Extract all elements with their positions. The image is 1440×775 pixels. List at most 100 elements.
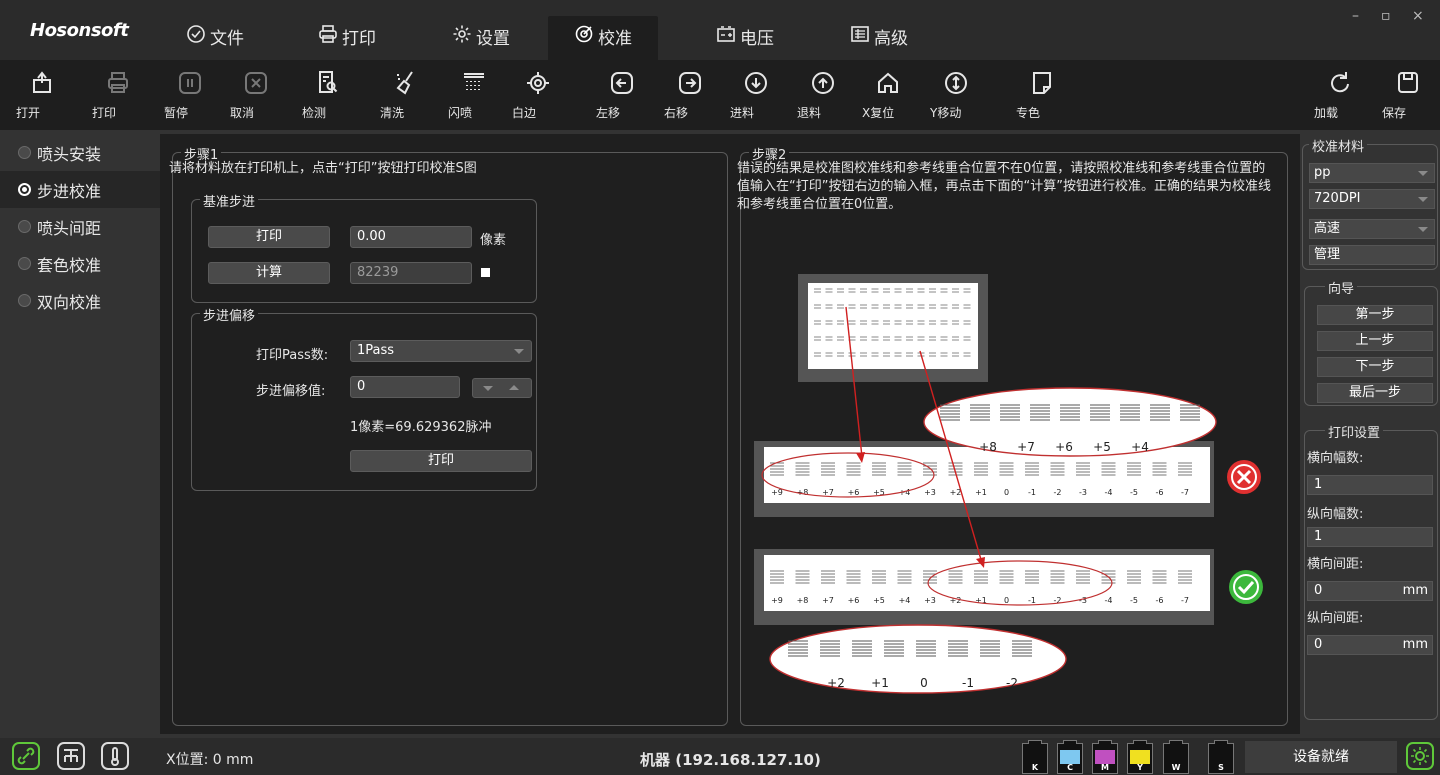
save-button[interactable]: 保存 bbox=[1382, 70, 1434, 126]
network-button[interactable] bbox=[57, 742, 85, 770]
print-label: 打印 bbox=[92, 106, 117, 120]
cancel-button[interactable]: 取消 bbox=[230, 70, 282, 126]
ink-fill bbox=[1060, 750, 1080, 764]
menu-file[interactable]: 文件 bbox=[170, 16, 260, 60]
h-count-input[interactable]: 1 bbox=[1307, 475, 1433, 495]
device-status: 设备就绪 bbox=[1245, 741, 1397, 773]
offset-spinner[interactable] bbox=[472, 378, 532, 398]
dpi-value: 720DPI bbox=[1314, 191, 1361, 206]
strip-tick-label: +6 bbox=[848, 596, 860, 605]
h-gap-input[interactable]: 0 mm bbox=[1307, 581, 1433, 601]
x-position: X位置: 0 mm bbox=[166, 752, 254, 768]
pause-button[interactable]: 暂停 bbox=[164, 70, 216, 126]
step-offset-title: 步进偏移 bbox=[200, 305, 259, 324]
prev-step-button[interactable]: 上一步 bbox=[1317, 331, 1433, 351]
arrow-left-icon bbox=[611, 72, 633, 94]
home-icon bbox=[878, 72, 898, 93]
nav-head-install[interactable]: 喷头安装 bbox=[0, 134, 160, 171]
menu-calibrate[interactable]: 校准 bbox=[548, 16, 658, 60]
manage-button[interactable]: 管理 bbox=[1309, 245, 1435, 265]
move-right-button[interactable]: 右移 bbox=[664, 70, 716, 126]
menu-bar: Hosonsoft 文件 打印 设置 校准 电压 高级 – ▫ × bbox=[0, 0, 1440, 60]
clean-button[interactable]: 清洗 bbox=[380, 70, 432, 126]
menu-advanced[interactable]: 高级 bbox=[834, 16, 924, 60]
offset-print-button[interactable]: 打印 bbox=[350, 450, 532, 472]
ink-tag: K bbox=[1031, 763, 1039, 772]
ink-tag: W bbox=[1171, 763, 1181, 772]
move-left-button[interactable]: 左移 bbox=[596, 70, 648, 126]
save-label: 保存 bbox=[1382, 106, 1407, 120]
retract-label: 退料 bbox=[797, 106, 822, 120]
nav-step-calibration[interactable]: 步进校准 bbox=[0, 171, 160, 208]
link-button[interactable] bbox=[12, 742, 40, 770]
close-button[interactable]: × bbox=[1412, 8, 1424, 24]
menu-settings[interactable]: 设置 bbox=[436, 16, 526, 60]
zoom-tick-label: -2 bbox=[1006, 676, 1018, 690]
retract-button[interactable]: 退料 bbox=[797, 70, 849, 126]
temperature-button[interactable] bbox=[101, 742, 129, 770]
detect-label: 检测 bbox=[302, 106, 327, 120]
step-offset-input[interactable]: 0 bbox=[350, 376, 460, 398]
strip-tick-label: +2 bbox=[950, 488, 962, 497]
pass-count-select[interactable]: 1Pass bbox=[350, 340, 532, 362]
feed-button[interactable]: 进料 bbox=[730, 70, 782, 126]
machine-address: 机器 (192.168.127.10) bbox=[640, 751, 821, 769]
chevron-down-icon bbox=[1418, 171, 1428, 176]
v-count-input[interactable]: 1 bbox=[1307, 527, 1433, 547]
calc-button[interactable]: 计算 bbox=[208, 262, 330, 284]
ink-tag: M bbox=[1101, 763, 1109, 772]
ink-tag: C bbox=[1067, 763, 1073, 772]
step2-desc: 错误的结果是校准图校准线和参考线重合位置不在0位置，请按照校准线和参考线重合位置… bbox=[737, 161, 1271, 212]
detect-button[interactable]: 检测 bbox=[302, 70, 354, 126]
v-gap-input[interactable]: 0 mm bbox=[1307, 635, 1433, 655]
menu-voltage[interactable]: 电压 bbox=[700, 16, 790, 60]
flash-button[interactable]: 闪喷 bbox=[448, 70, 500, 126]
speed-value: 高速 bbox=[1314, 221, 1341, 236]
white-edge-button[interactable]: 白边 bbox=[512, 70, 564, 126]
next-step-button[interactable]: 下一步 bbox=[1317, 357, 1433, 377]
ink-y: Y bbox=[1127, 740, 1153, 774]
dpi-select[interactable]: 720DPI bbox=[1309, 189, 1435, 209]
flash-spray-icon bbox=[464, 73, 484, 90]
strip-tick-label: -3 bbox=[1079, 488, 1087, 497]
last-step-button[interactable]: 最后一步 bbox=[1317, 383, 1433, 403]
menu-voltage-label: 电压 bbox=[740, 29, 774, 49]
base-step-input[interactable]: 0.00 bbox=[350, 226, 472, 248]
strip-tick-label: -4 bbox=[1105, 596, 1113, 605]
step1-desc: 请将材料放在打印机上，点击“打印”按钮打印校准S图 bbox=[169, 161, 477, 176]
first-step-button[interactable]: 第一步 bbox=[1317, 305, 1433, 325]
nav-bidirectional[interactable]: 双向校准 bbox=[0, 282, 160, 319]
y-move-button[interactable]: Y移动 bbox=[930, 70, 982, 126]
spot-color-button[interactable]: 专色 bbox=[1016, 70, 1068, 126]
x-reset-button[interactable]: X复位 bbox=[862, 70, 914, 126]
x-reset-label: X复位 bbox=[862, 106, 895, 120]
minimize-button[interactable]: – bbox=[1352, 8, 1359, 24]
spin-up-icon[interactable] bbox=[509, 385, 519, 390]
open-button[interactable]: 打开 bbox=[16, 70, 68, 126]
link-icon bbox=[17, 747, 35, 765]
arrow-down-icon bbox=[745, 72, 767, 94]
target-icon bbox=[575, 25, 593, 43]
base-print-button[interactable]: 打印 bbox=[208, 226, 330, 248]
h-gap-label: 横向间距: bbox=[1307, 557, 1364, 572]
small-checkbox[interactable] bbox=[481, 268, 490, 277]
light-button[interactable] bbox=[1406, 742, 1434, 770]
load-button[interactable]: 加载 bbox=[1314, 70, 1366, 126]
ok-check-icon bbox=[1229, 570, 1263, 604]
nav-head-spacing[interactable]: 喷头间距 bbox=[0, 208, 160, 245]
spin-down-icon[interactable] bbox=[483, 386, 493, 391]
print-button[interactable]: 打印 bbox=[92, 70, 144, 126]
wizard-title: 向导 bbox=[1325, 278, 1358, 297]
restore-button[interactable]: ▫ bbox=[1381, 8, 1391, 24]
nav-color-registration[interactable]: 套色校准 bbox=[0, 245, 160, 282]
strip-tick-label: -5 bbox=[1130, 488, 1138, 497]
zoom-tick-label: +7 bbox=[1017, 440, 1035, 454]
strip-tick-label: -7 bbox=[1181, 488, 1189, 497]
h-gap-unit: mm bbox=[1402, 583, 1428, 598]
load-label: 加载 bbox=[1314, 106, 1339, 120]
menu-print[interactable]: 打印 bbox=[302, 16, 392, 60]
speed-select[interactable]: 高速 bbox=[1309, 219, 1435, 239]
pixel-pulse-ratio: 1像素=69.629362脉冲 bbox=[350, 420, 492, 435]
radio-icon bbox=[18, 146, 31, 159]
media-select[interactable]: pp bbox=[1309, 163, 1435, 183]
